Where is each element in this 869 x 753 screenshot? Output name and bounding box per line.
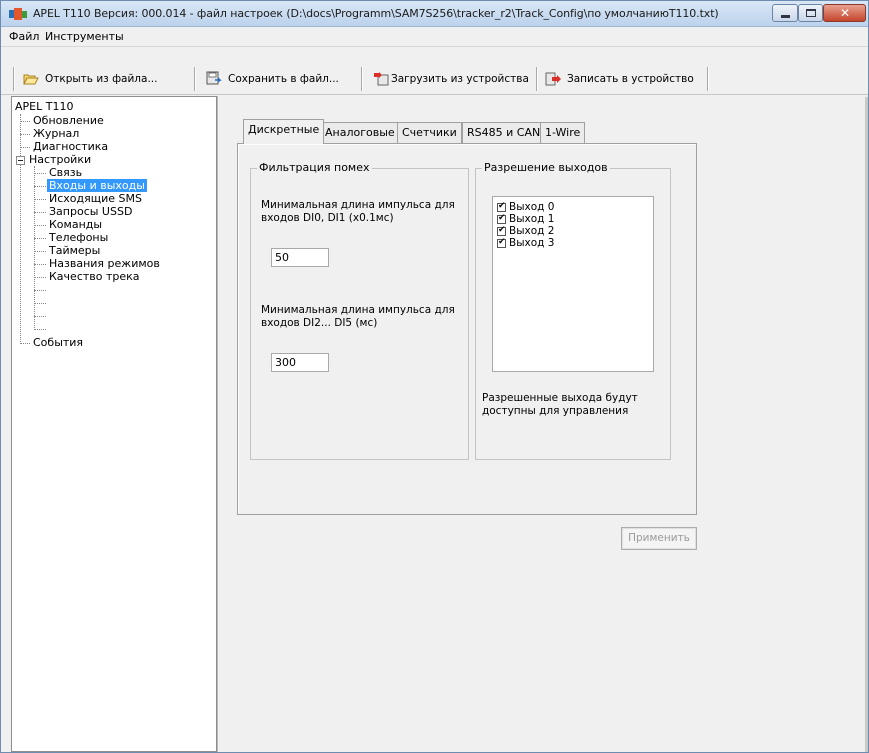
toolbar-separator <box>194 67 196 91</box>
outputs-permission-group: Разрешение выходов Выход 0 Выход 1 Выход… <box>475 161 671 460</box>
tree-item-commands[interactable]: Команды <box>47 218 104 231</box>
group-title: Разрешение выходов <box>482 161 610 174</box>
tree-item-log[interactable]: Журнал <box>31 127 81 140</box>
tree-connector <box>34 238 46 239</box>
tree-connector <box>34 290 46 291</box>
save-file-label: Сохранить в файл... <box>228 73 339 85</box>
menu-file[interactable]: Файл <box>9 30 39 43</box>
window-right-border <box>865 97 868 752</box>
settings-tree[interactable]: APEL T110 Обновление Журнал Диагностика … <box>11 96 217 752</box>
tree-connector <box>20 147 30 148</box>
title-bar: APEL T110 Версия: 000.014 - файл настрое… <box>1 1 868 27</box>
tree-item-ussd-requests[interactable]: Запросы USSD <box>47 205 134 218</box>
tree-connector <box>34 225 46 226</box>
min-pulse-input-1[interactable]: 50 <box>271 248 329 267</box>
output-0-item[interactable]: Выход 0 <box>497 201 554 213</box>
toolbar-grip <box>13 67 15 91</box>
collapse-icon[interactable] <box>16 156 25 165</box>
tree-connector <box>34 251 46 252</box>
download-device-icon <box>374 72 389 86</box>
menu-tools[interactable]: Инструменты <box>45 30 124 43</box>
tree-item-outgoing-sms[interactable]: Исходящие SMS <box>47 192 144 205</box>
tree-item-update[interactable]: Обновление <box>31 114 106 127</box>
outputs-checklist[interactable]: Выход 0 Выход 1 Выход 2 Выход 3 <box>492 196 654 372</box>
min-pulse-label-2-line2: входов DI2... DI5 (мс) <box>261 317 378 329</box>
app-logo-icon <box>9 7 27 21</box>
load-from-device-button[interactable]: Загрузить из устройства <box>373 69 529 89</box>
tree-item-phones[interactable]: Телефоны <box>47 231 110 244</box>
app-window: APEL T110 Версия: 000.014 - файл настрое… <box>0 0 869 753</box>
save-icon <box>206 71 222 85</box>
menu-bar: Файл Инструменты <box>1 27 868 47</box>
tab-rs485-can[interactable]: RS485 и CAN <box>462 122 546 143</box>
output-3-item[interactable]: Выход 3 <box>497 237 554 249</box>
outputs-note-line1: Разрешенные выхода будут <box>482 392 638 404</box>
toolbar-separator <box>707 67 709 91</box>
output-0-label: Выход 0 <box>509 201 555 213</box>
write-to-device-button[interactable]: Записать в устройство <box>545 69 694 89</box>
upload-device-icon <box>545 72 561 86</box>
checkbox-checked-icon[interactable] <box>497 201 506 212</box>
tree-connector <box>34 277 46 278</box>
tree-item-track-quality[interactable]: Качество трека <box>47 270 142 283</box>
toolbar-separator <box>361 67 363 91</box>
tree-connector <box>34 166 35 330</box>
folder-open-icon <box>23 74 39 85</box>
open-file-label: Открыть из файла... <box>45 73 158 85</box>
open-file-button[interactable]: Открыть из файла... <box>23 69 157 89</box>
tree-item-diagnostics[interactable]: Диагностика <box>31 140 110 153</box>
tree-item-inputs-outputs[interactable]: Входы и выходы <box>47 179 147 192</box>
output-2-label: Выход 2 <box>509 225 555 237</box>
tree-connector <box>34 303 46 304</box>
output-1-item[interactable]: Выход 1 <box>497 213 554 225</box>
tree-item-mode-names[interactable]: Названия режимов <box>47 257 162 270</box>
toolbar-separator <box>536 67 538 91</box>
noise-filter-group: Фильтрация помех Минимальная длина импул… <box>250 161 469 460</box>
tree-connector <box>34 329 46 330</box>
min-pulse-input-2[interactable]: 300 <box>271 353 329 372</box>
checkbox-checked-icon[interactable] <box>497 213 506 224</box>
tab-discrete[interactable]: Дискретные <box>243 119 325 144</box>
checkbox-checked-icon[interactable] <box>497 225 506 236</box>
tree-connector <box>34 316 46 317</box>
outputs-note-line2: доступны для управления <box>482 405 629 417</box>
tree-connector <box>20 134 30 135</box>
tree-item-settings[interactable]: Настройки <box>27 153 93 166</box>
tab-1wire[interactable]: 1-Wire <box>540 122 586 143</box>
tree-item-connection[interactable]: Связь <box>47 166 84 179</box>
tree-connector <box>20 114 21 344</box>
minimize-button[interactable] <box>772 4 798 22</box>
group-title: Фильтрация помех <box>257 161 372 174</box>
tab-panel: Фильтрация помех Минимальная длина импул… <box>237 143 697 515</box>
output-2-item[interactable]: Выход 2 <box>497 225 554 237</box>
checkbox-checked-icon[interactable] <box>497 237 506 248</box>
min-pulse-label-2-line1: Минимальная длина импульса для <box>261 304 455 316</box>
maximize-icon <box>806 9 816 17</box>
tree-root[interactable]: APEL T110 <box>15 100 73 113</box>
tree-connector <box>20 343 30 344</box>
tree-item-timers[interactable]: Таймеры <box>47 244 102 257</box>
tree-item-events[interactable]: События <box>31 336 85 349</box>
tab-counters[interactable]: Счетчики <box>397 122 462 143</box>
minimize-icon <box>781 15 790 18</box>
tree-connector <box>34 199 46 200</box>
write-to-device-label: Записать в устройство <box>567 73 694 85</box>
tab-analog[interactable]: Аналоговые <box>320 122 400 143</box>
tree-connector <box>20 121 30 122</box>
close-button[interactable]: ✕ <box>823 4 866 22</box>
window-title: APEL T110 Версия: 000.014 - файл настрое… <box>33 7 719 20</box>
tree-connector <box>34 264 46 265</box>
maximize-button[interactable] <box>798 4 823 22</box>
tree-connector <box>34 173 46 174</box>
output-1-label: Выход 1 <box>509 213 555 225</box>
save-file-button[interactable]: Сохранить в файл... <box>206 69 339 89</box>
tree-connector <box>34 186 46 187</box>
tree-connector <box>34 212 46 213</box>
min-pulse-label-1-line1: Минимальная длина импульса для <box>261 199 455 211</box>
apply-button[interactable]: Применить <box>621 527 697 550</box>
close-icon: ✕ <box>840 6 851 20</box>
load-from-device-label: Загрузить из устройства <box>391 73 529 85</box>
min-pulse-label-1-line2: входов DI0, DI1 (x0.1мс) <box>261 212 394 224</box>
output-3-label: Выход 3 <box>509 237 555 249</box>
